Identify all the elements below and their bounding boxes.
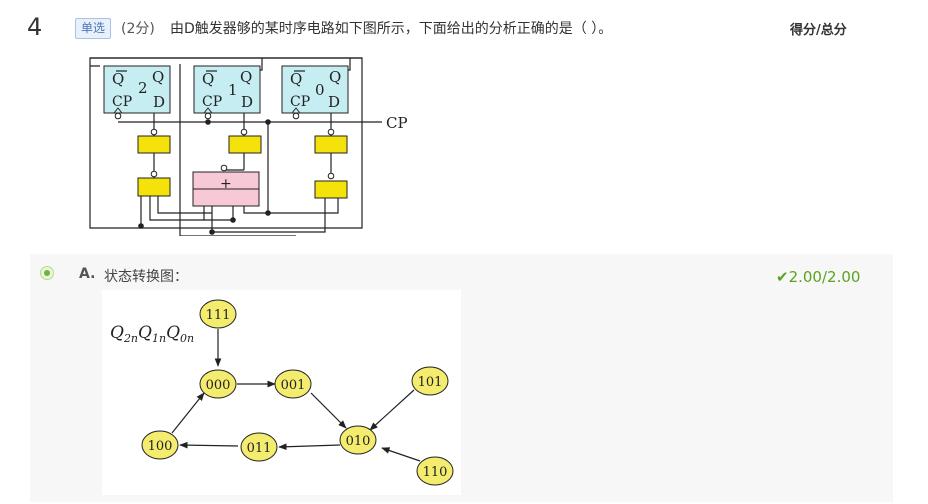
ff2-qbar-label: Q — [112, 70, 124, 88]
state-transition-diagram: Q2nQ1nQ0n 111 000 001 101 010 100 011 11… — [102, 290, 461, 495]
state-node-001: 001 — [281, 378, 306, 393]
state-node-010: 010 — [346, 434, 371, 449]
ff1-index-label: 1 — [228, 81, 238, 99]
question-score: (2分) — [121, 21, 155, 37]
adder-label: + — [220, 176, 232, 192]
ff0-d-label: D — [328, 93, 340, 111]
ff2-d-label: D — [153, 93, 165, 111]
gate-5 — [314, 180, 348, 199]
ff0-cp-label: CP — [290, 94, 310, 110]
question-text: 由D触发器够的某时序电路如下图所示，下面给出的分析正确的是（ ）。 — [170, 21, 613, 37]
gate-2 — [137, 177, 171, 197]
ff2-cp-label: CP — [112, 94, 132, 110]
checkmark-icon: ✔ — [776, 268, 789, 286]
ff0-qbar-label: Q — [290, 70, 302, 88]
question-number: 4 — [27, 13, 43, 41]
state-node-100: 100 — [148, 439, 173, 454]
circuit-diagram: Q Q 2 CP D Q Q 1 CP D Q Q 0 CP D CP + — [89, 57, 408, 236]
ff1-d-label: D — [241, 93, 253, 111]
question-type-badge: 单选 — [75, 18, 112, 39]
ff1-q-label: Q — [240, 68, 252, 86]
option-a-letter: A. — [79, 266, 96, 282]
ff2-index-label: 2 — [138, 79, 148, 97]
ff0-index-label: 0 — [315, 81, 325, 99]
state-node-000: 000 — [206, 378, 231, 393]
ff1-cp-label: CP — [202, 94, 222, 110]
state-diagram-label: Q2nQ1nQ0n — [110, 323, 194, 345]
state-node-101: 101 — [418, 375, 443, 390]
option-a-radio[interactable] — [40, 266, 54, 280]
ff2-q-label: Q — [152, 68, 164, 86]
state-node-111: 111 — [206, 308, 231, 323]
ff0-q-label: Q — [329, 68, 341, 86]
option-a-text: 状态转换图： — [104, 269, 188, 285]
clock-label: CP — [386, 114, 408, 132]
score-header: 得分/总分 — [790, 23, 847, 38]
ff1-qbar-label: Q — [202, 70, 214, 88]
gate-3 — [228, 135, 262, 154]
gate-1 — [137, 135, 171, 154]
state-node-110: 110 — [423, 465, 448, 480]
gate-4 — [314, 135, 348, 154]
score-value: 2.00/2.00 — [788, 268, 861, 286]
state-node-011: 011 — [247, 441, 272, 456]
option-score: ✔2.00/2.00 — [776, 268, 860, 286]
